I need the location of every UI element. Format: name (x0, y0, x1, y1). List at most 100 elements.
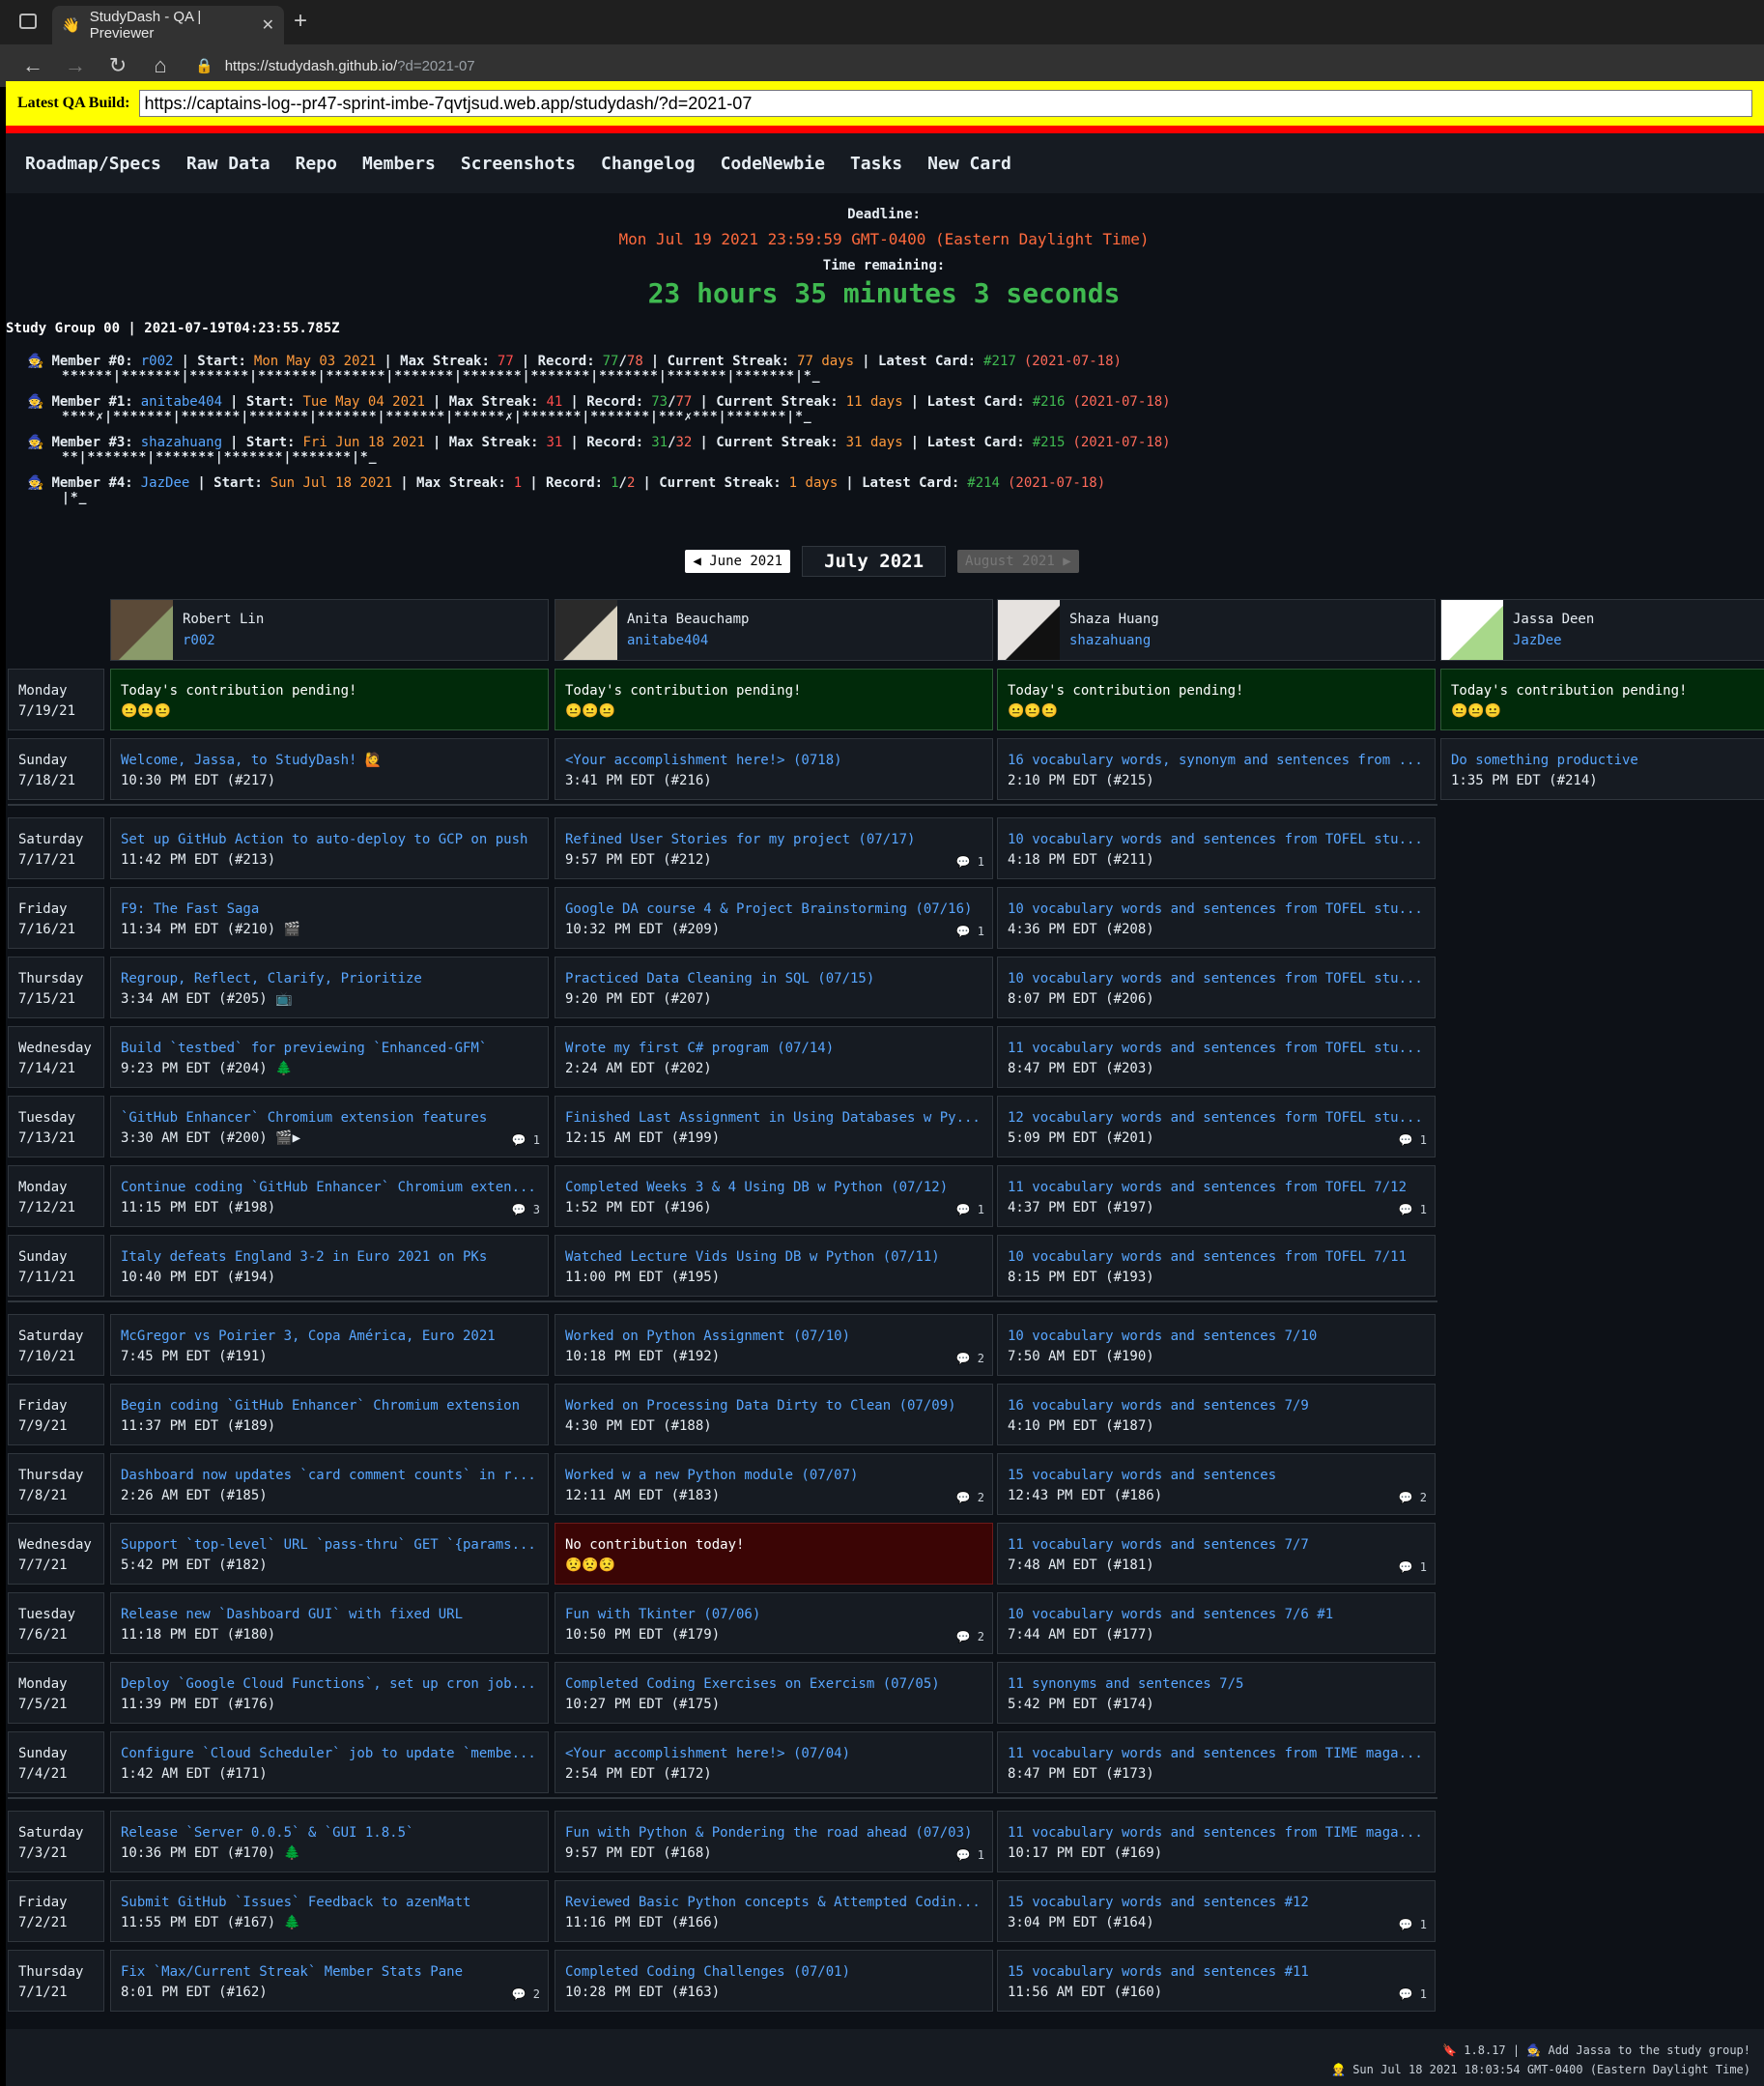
contribution-card[interactable]: `GitHub Enhancer` Chromium extension fea… (110, 1096, 549, 1157)
card-title[interactable]: Completed Weeks 3 & 4 Using DB w Python … (565, 1178, 992, 1198)
contribution-card[interactable]: 10 vocabulary words and sentences 7/6 #1… (997, 1592, 1436, 1654)
card-title[interactable]: 16 vocabulary words, synonym and sentenc… (1008, 751, 1435, 771)
member-latest-card[interactable]: #217 (983, 354, 1016, 369)
member-username-link[interactable]: JazDee (1513, 633, 1594, 648)
contribution-card[interactable]: Release new `Dashboard GUI` with fixed U… (110, 1592, 549, 1654)
card-title[interactable]: Release `Server 0.0.5` & `GUI 1.8.5` (121, 1823, 548, 1843)
contribution-card[interactable]: McGregor vs Poirier 3, Copa América, Eur… (110, 1314, 549, 1376)
url-field[interactable]: 🔒 https://studydash.github.io/?d=2021-07 (195, 57, 475, 75)
contribution-card[interactable]: No contribution today! 😟😟😟 (555, 1523, 993, 1585)
contribution-card[interactable]: 11 vocabulary words and sentences from T… (997, 1165, 1436, 1227)
card-title[interactable]: Continue coding `GitHub Enhancer` Chromi… (121, 1178, 548, 1198)
card-title[interactable]: <Your accomplishment here!> (07/04) (565, 1744, 992, 1764)
card-title[interactable]: 15 vocabulary words and sentences #12 (1008, 1893, 1435, 1913)
contribution-card[interactable]: 11 synonyms and sentences 7/5 5:42 PM EDT… (997, 1662, 1436, 1724)
contribution-card[interactable]: Configure `Cloud Scheduler` job to updat… (110, 1731, 549, 1793)
back-icon[interactable]: ← (12, 53, 54, 78)
card-title[interactable]: 15 vocabulary words and sentences (1008, 1466, 1435, 1486)
card-title[interactable]: Set up GitHub Action to auto-deploy to G… (121, 830, 548, 850)
prev-month-button[interactable]: ◀ June 2021 (685, 550, 791, 573)
nav-link-raw-data[interactable]: Raw Data (186, 154, 270, 174)
card-title[interactable]: 11 vocabulary words and sentences 7/7 (1008, 1535, 1435, 1556)
contribution-card[interactable]: Reviewed Basic Python concepts & Attempt… (555, 1880, 993, 1942)
card-title[interactable]: Refined User Stories for my project (07/… (565, 830, 992, 850)
contribution-card[interactable]: Deploy `Google Cloud Functions`, set up … (110, 1662, 549, 1724)
card-title[interactable]: Dashboard now updates `card comment coun… (121, 1466, 548, 1486)
next-month-button[interactable]: August 2021 ▶ (957, 550, 1079, 573)
member-username[interactable]: JazDee (141, 475, 190, 491)
card-title[interactable]: 10 vocabulary words and sentences 7/6 #1 (1008, 1605, 1435, 1625)
card-title[interactable]: Fun with Python & Pondering the road ahe… (565, 1823, 992, 1843)
contribution-card[interactable]: Submit GitHub `Issues` Feedback to azenM… (110, 1880, 549, 1942)
card-title[interactable]: Google DA course 4 & Project Brainstormi… (565, 900, 992, 920)
card-title[interactable]: Fix `Max/Current Streak` Member Stats Pa… (121, 1962, 548, 1983)
card-title[interactable]: Deploy `Google Cloud Functions`, set up … (121, 1674, 548, 1695)
card-title[interactable]: 11 vocabulary words and sentences from T… (1008, 1744, 1435, 1764)
contribution-card[interactable]: F9: The Fast Saga 11:34 PM EDT (#210) 🎬 (110, 887, 549, 949)
card-title[interactable]: Worked on Processing Data Dirty to Clean… (565, 1396, 992, 1416)
contribution-card[interactable]: 12 vocabulary words and sentences form T… (997, 1096, 1436, 1157)
card-title[interactable]: 10 vocabulary words and sentences from T… (1008, 900, 1435, 920)
contribution-card[interactable]: Refined User Stories for my project (07/… (555, 817, 993, 879)
contribution-card[interactable]: Welcome, Jassa, to StudyDash! 🙋 10:30 PM … (110, 738, 549, 800)
contribution-card[interactable]: Worked w a new Python module (07/07) 12:1… (555, 1453, 993, 1515)
card-title[interactable]: Submit GitHub `Issues` Feedback to azenM… (121, 1893, 548, 1913)
card-title[interactable]: 16 vocabulary words and sentences 7/9 (1008, 1396, 1435, 1416)
nav-link-codenewbie[interactable]: CodeNewbie (721, 154, 825, 174)
contribution-card[interactable]: 16 vocabulary words, synonym and sentenc… (997, 738, 1436, 800)
card-title[interactable]: Completed Coding Challenges (07/01) (565, 1962, 992, 1983)
card-title[interactable]: No contribution today! (565, 1535, 992, 1556)
member-username[interactable]: r002 (141, 354, 174, 369)
contribution-card[interactable]: Regroup, Reflect, Clarify, Prioritize 3:3… (110, 957, 549, 1018)
nav-link-members[interactable]: Members (362, 154, 436, 174)
card-title[interactable]: `GitHub Enhancer` Chromium extension fea… (121, 1108, 548, 1129)
contribution-card[interactable]: 15 vocabulary words and sentences 12:43 P… (997, 1453, 1436, 1515)
nav-link-roadmap-specs[interactable]: Roadmap/Specs (25, 154, 161, 174)
contribution-card[interactable]: Do something productive 1:35 PM EDT (#214… (1440, 738, 1764, 800)
contribution-card[interactable]: 10 vocabulary words and sentences from T… (997, 887, 1436, 949)
card-title[interactable]: 10 vocabulary words and sentences from T… (1008, 969, 1435, 989)
contribution-card[interactable]: Today's contribution pending! 😐😐😐 (1440, 669, 1764, 730)
card-title[interactable]: 12 vocabulary words and sentences form T… (1008, 1108, 1435, 1129)
new-tab-icon[interactable]: + (294, 8, 307, 35)
member-latest-card[interactable]: #216 (1033, 394, 1066, 410)
contribution-card[interactable]: 11 vocabulary words and sentences from T… (997, 1811, 1436, 1872)
contribution-card[interactable]: 11 vocabulary words and sentences from T… (997, 1731, 1436, 1793)
contribution-card[interactable]: Set up GitHub Action to auto-deploy to G… (110, 817, 549, 879)
card-title[interactable]: Configure `Cloud Scheduler` job to updat… (121, 1744, 548, 1764)
home-icon[interactable]: ⌂ (139, 53, 182, 78)
tab-actions-icon[interactable] (19, 14, 37, 29)
contribution-card[interactable]: Support `top-level` URL `pass-thru` GET … (110, 1523, 549, 1585)
card-title[interactable]: F9: The Fast Saga (121, 900, 548, 920)
forward-icon[interactable]: → (54, 53, 97, 78)
contribution-card[interactable]: Finished Last Assignment in Using Databa… (555, 1096, 993, 1157)
card-title[interactable]: Wrote my first C# program (07/14) (565, 1039, 992, 1059)
card-title[interactable]: Italy defeats England 3-2 in Euro 2021 o… (121, 1247, 548, 1268)
contribution-card[interactable]: <Your accomplishment here!> (0718) 3:41 P… (555, 738, 993, 800)
contribution-card[interactable]: 11 vocabulary words and sentences 7/7 7:4… (997, 1523, 1436, 1585)
card-title[interactable]: Reviewed Basic Python concepts & Attempt… (565, 1893, 992, 1913)
contribution-card[interactable]: Release `Server 0.0.5` & `GUI 1.8.5` 10:3… (110, 1811, 549, 1872)
browser-tab[interactable]: 👋 StudyDash - QA | Previewer ✕ (52, 6, 284, 44)
card-title[interactable]: Today's contribution pending! (1008, 681, 1435, 701)
contribution-card[interactable]: Completed Weeks 3 & 4 Using DB w Python … (555, 1165, 993, 1227)
card-title[interactable]: 11 vocabulary words and sentences from T… (1008, 1823, 1435, 1843)
card-title[interactable]: 11 vocabulary words and sentences from T… (1008, 1178, 1435, 1198)
card-title[interactable]: Begin coding `GitHub Enhancer` Chromium … (121, 1396, 548, 1416)
reload-icon[interactable]: ↻ (97, 53, 139, 78)
card-title[interactable]: 15 vocabulary words and sentences #11 (1008, 1962, 1435, 1983)
contribution-card[interactable]: Today's contribution pending! 😐😐😐 (997, 669, 1436, 730)
qa-url-input[interactable] (139, 90, 1753, 117)
card-title[interactable]: Completed Coding Exercises on Exercism (… (565, 1674, 992, 1695)
contribution-card[interactable]: Worked on Python Assignment (07/10) 10:18… (555, 1314, 993, 1376)
card-title[interactable]: Release new `Dashboard GUI` with fixed U… (121, 1605, 548, 1625)
card-title[interactable]: 10 vocabulary words and sentences from T… (1008, 1247, 1435, 1268)
card-title[interactable]: Today's contribution pending! (121, 681, 548, 701)
contribution-card[interactable]: Begin coding `GitHub Enhancer` Chromium … (110, 1384, 549, 1445)
contribution-card[interactable]: <Your accomplishment here!> (07/04) 2:54 … (555, 1731, 993, 1793)
contribution-card[interactable]: Fix `Max/Current Streak` Member Stats Pa… (110, 1950, 549, 2012)
card-title[interactable]: 11 synonyms and sentences 7/5 (1008, 1674, 1435, 1695)
card-title[interactable]: Today's contribution pending! (1451, 681, 1764, 701)
contribution-card[interactable]: Fun with Python & Pondering the road ahe… (555, 1811, 993, 1872)
contribution-card[interactable]: Fun with Tkinter (07/06) 10:50 PM EDT (#1… (555, 1592, 993, 1654)
